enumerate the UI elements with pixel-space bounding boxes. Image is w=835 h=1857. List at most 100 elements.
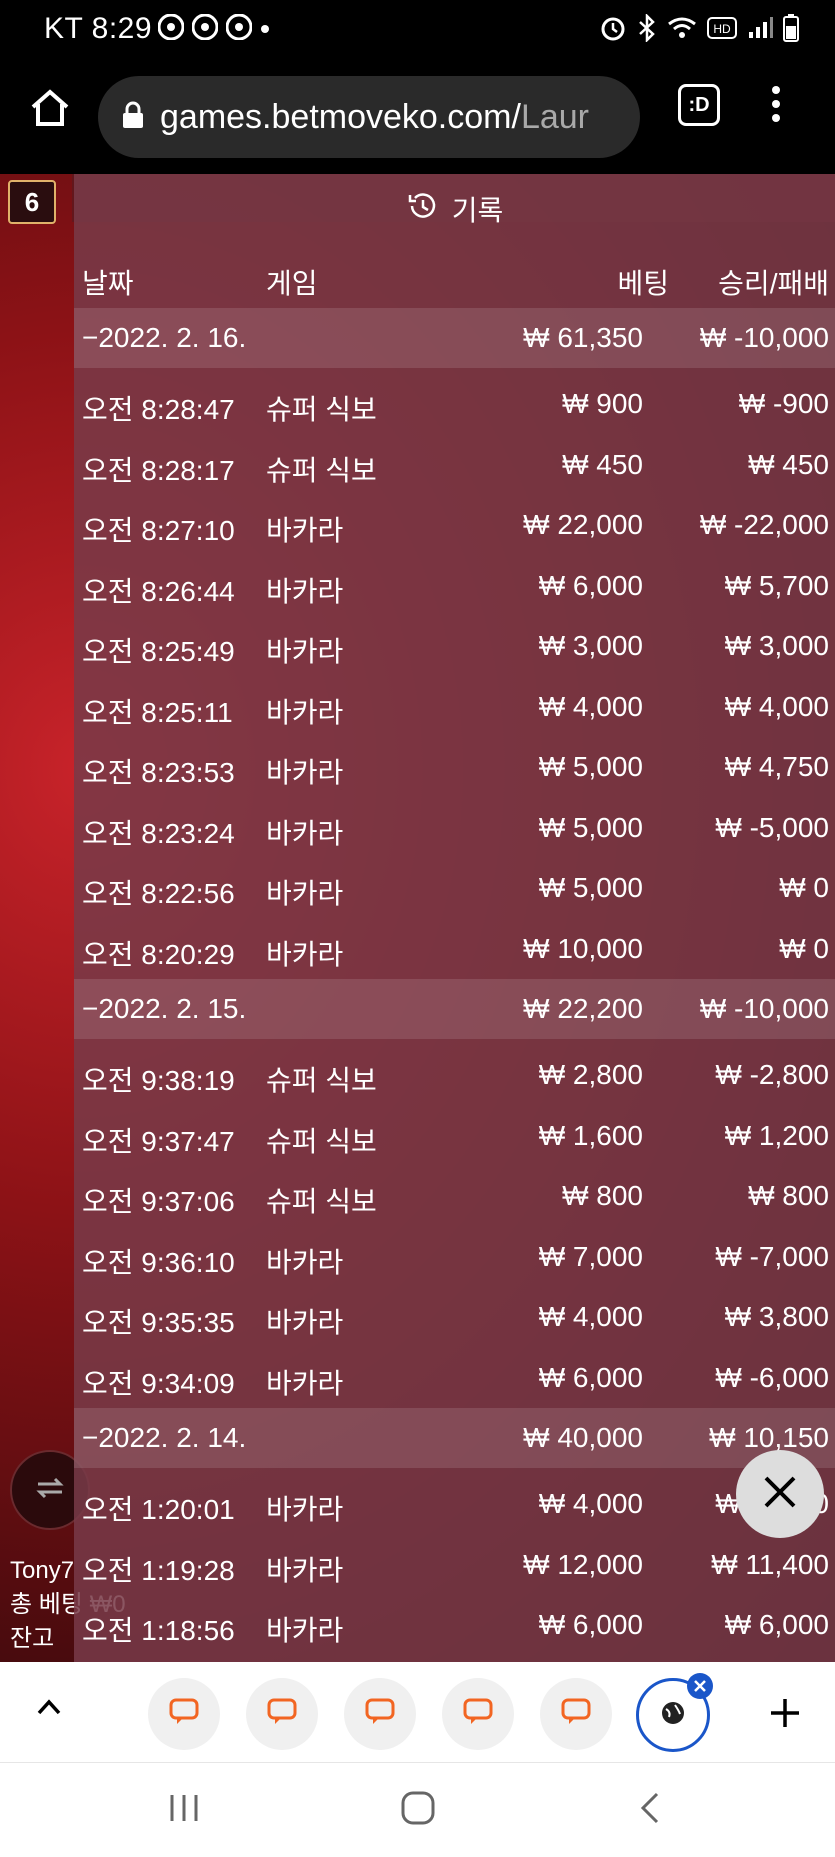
tab-switcher-button[interactable]: :D xyxy=(678,84,720,126)
row-bet: ₩ 7,000 xyxy=(538,1240,643,1272)
chat-icon xyxy=(169,1698,199,1731)
row-game: 바카라 xyxy=(266,938,344,970)
dot-icon xyxy=(260,21,270,39)
group-date: −2022. 2. 15. xyxy=(82,993,247,1024)
back-icon xyxy=(639,1791,661,1830)
browser-tab[interactable] xyxy=(442,1678,514,1750)
group-date: −2022. 2. 16. xyxy=(82,322,247,353)
back-button[interactable] xyxy=(620,1785,680,1835)
date-group-row[interactable]: −2022. 2. 14. ₩ 40,000 ₩ 10,150 xyxy=(74,1408,835,1468)
history-row[interactable]: 오전 8:22:56 바카라 ₩ 5,000 ₩ 0 xyxy=(74,858,835,918)
row-game: 바카라 xyxy=(266,1307,344,1338)
history-row[interactable]: 오전 9:36:10 바카라 ₩ 7,000 ₩ -7,000 xyxy=(74,1227,835,1287)
row-game: 바카라 xyxy=(266,696,344,728)
history-row[interactable]: 오전 8:27:10 바카라 ₩ 22,000 ₩ -22,000 xyxy=(74,495,835,555)
row-result: ₩ 3,800 xyxy=(724,1301,829,1332)
repeat-icon xyxy=(30,1468,70,1513)
row-game: 바카라 xyxy=(266,636,344,667)
row-time: 오전 8:27:10 xyxy=(82,515,235,546)
more-options-icon[interactable] xyxy=(770,84,782,129)
status-bar: KT 8:29 HD xyxy=(0,0,835,62)
history-row[interactable]: 오전 9:37:47 슈퍼 식보 ₩ 1,600 ₩ 1,200 xyxy=(74,1106,835,1166)
url-domain: games.betmoveko.com/ xyxy=(160,97,521,136)
row-time: 오전 1:20:01 xyxy=(82,1494,235,1525)
row-result: ₩ -900 xyxy=(738,388,829,419)
recents-icon xyxy=(167,1793,201,1828)
row-time: 오전 8:23:24 xyxy=(82,817,235,849)
row-bet: ₩ 12,000 xyxy=(523,1548,643,1580)
row-game: 바카라 xyxy=(266,1246,344,1278)
row-result: ₩ -22,000 xyxy=(699,509,829,540)
row-bet: ₩ 900 xyxy=(562,388,643,419)
row-result: ₩ 6,000 xyxy=(724,1609,829,1640)
row-game: 바카라 xyxy=(266,878,344,909)
history-row[interactable]: 오전 8:23:24 바카라 ₩ 5,000 ₩ -5,000 xyxy=(74,798,835,858)
chat-icon xyxy=(463,1698,493,1731)
row-game: 바카라 xyxy=(266,515,344,546)
carrier-time: KT 8:29 xyxy=(44,12,153,45)
group-total-bet: ₩ 22,200 xyxy=(523,993,643,1024)
active-tab[interactable] xyxy=(636,1673,713,1752)
history-row[interactable]: 오전 1:18:56 바카라 ₩ 6,000 ₩ 6,000 xyxy=(74,1595,835,1655)
header-result: 승리/패배 xyxy=(718,268,829,299)
history-row[interactable]: 오전 8:28:17 슈퍼 식보 ₩ 450 ₩ 450 xyxy=(74,435,835,495)
row-bet: ₩ 4,000 xyxy=(538,1301,643,1332)
history-icon xyxy=(406,189,440,230)
row-time: 오전 8:23:53 xyxy=(82,757,235,788)
row-result: ₩ 450 xyxy=(748,448,829,480)
signal-icon xyxy=(747,16,773,45)
history-row[interactable]: 오전 9:35:35 바카라 ₩ 4,000 ₩ 3,800 xyxy=(74,1287,835,1347)
row-time: 오전 9:38:19 xyxy=(82,1065,235,1096)
row-result: ₩ 0 xyxy=(779,932,829,964)
history-row[interactable]: 오전 1:19:28 바카라 ₩ 12,000 ₩ 11,400 xyxy=(74,1535,835,1595)
row-time: 오전 8:20:29 xyxy=(82,938,235,970)
recents-button[interactable] xyxy=(154,1785,214,1835)
history-row[interactable]: 오전 8:23:53 바카라 ₩ 5,000 ₩ 4,750 xyxy=(74,737,835,797)
date-group-row[interactable]: −2022. 2. 16. ₩ 61,350 ₩ -10,000 xyxy=(74,308,835,368)
home-icon[interactable] xyxy=(28,86,72,135)
history-row[interactable]: 오전 8:26:44 바카라 ₩ 6,000 ₩ 5,700 xyxy=(74,556,835,616)
date-group-row[interactable]: −2022. 2. 15. ₩ 22,200 ₩ -10,000 xyxy=(74,979,835,1039)
history-row[interactable]: 오전 8:25:49 바카라 ₩ 3,000 ₩ 3,000 xyxy=(74,616,835,676)
new-tab-icon[interactable] xyxy=(768,1696,802,1735)
header-date: 날짜 xyxy=(82,268,134,299)
row-game: 바카라 xyxy=(266,575,344,607)
row-game: 바카라 xyxy=(266,1367,344,1399)
row-game: 바카라 xyxy=(266,817,344,849)
total-bet-label: 총 베팅 xyxy=(10,1591,83,1618)
group-date: −2022. 2. 14. xyxy=(82,1422,247,1453)
history-row[interactable]: 오전 1:20:01바카라₩ 4,000₩ -4,000 xyxy=(74,1474,835,1534)
row-bet: ₩ 22,000 xyxy=(523,509,643,540)
row-time: 오전 8:25:11 xyxy=(82,696,233,728)
row-bet: ₩ 800 xyxy=(562,1180,643,1211)
row-bet: ₩ 2,800 xyxy=(538,1059,643,1090)
tab-close-badge-icon[interactable] xyxy=(687,1673,713,1699)
url-field[interactable]: games.betmoveko.com/Laur xyxy=(98,76,640,158)
history-row[interactable]: 오전 9:34:09 바카라 ₩ 6,000 ₩ -6,000 xyxy=(74,1348,835,1408)
row-time: 오전 8:22:56 xyxy=(82,878,235,909)
browser-tab[interactable] xyxy=(344,1678,416,1750)
row-result: ₩ -2,800 xyxy=(715,1059,829,1090)
browser-tab[interactable] xyxy=(148,1678,220,1750)
history-row[interactable]: 오전 8:25:11 바카라 ₩ 4,000 ₩ 4,000 xyxy=(74,677,835,737)
row-result: ₩ -6,000 xyxy=(715,1361,829,1393)
close-button[interactable] xyxy=(736,1450,824,1538)
tab-strip xyxy=(0,1662,835,1762)
group-total-bet: ₩ 61,350 xyxy=(523,322,643,353)
history-row[interactable]: 오전 9:38:19 슈퍼 식보 ₩ 2,800 ₩ -2,800 xyxy=(74,1045,835,1105)
chevron-up-icon[interactable] xyxy=(36,1698,62,1721)
history-row[interactable]: 오전 8:28:47 슈퍼 식보 ₩ 900 ₩ -900 xyxy=(74,374,835,434)
browser-tab[interactable] xyxy=(246,1678,318,1750)
svg-text:HD: HD xyxy=(713,22,731,36)
table-header: 날짜 게임 베팅 승리/패배 xyxy=(74,256,835,302)
row-game: 슈퍼 식보 xyxy=(266,454,377,486)
history-row[interactable]: 오전 9:37:06 슈퍼 식보 ₩ 800 ₩ 800 xyxy=(74,1166,835,1226)
row-result: ₩ 800 xyxy=(748,1180,829,1211)
browser-tab[interactable] xyxy=(540,1678,612,1750)
row-bet: ₩ 6,000 xyxy=(538,569,643,601)
history-row[interactable]: 오전 8:20:29 바카라 ₩ 10,000 ₩ 0 xyxy=(74,919,835,979)
row-time: 오전 9:36:10 xyxy=(82,1246,235,1278)
chat-icon xyxy=(267,1698,297,1731)
row-time: 오전 9:37:06 xyxy=(82,1186,235,1217)
home-nav-button[interactable] xyxy=(388,1785,448,1835)
